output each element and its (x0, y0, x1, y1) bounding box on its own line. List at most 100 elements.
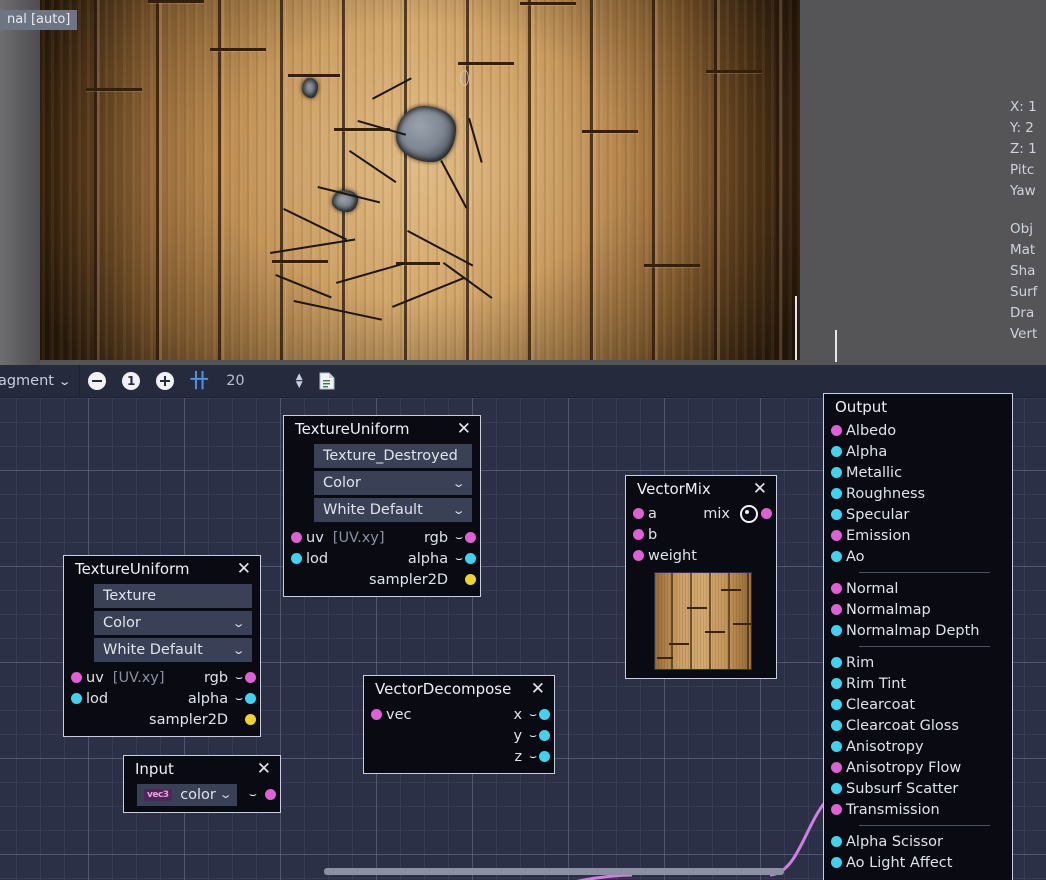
port-dot-rim-tint[interactable] (831, 678, 842, 689)
port-dot-roughness[interactable] (831, 488, 842, 499)
port-row-anisotropy-flow[interactable]: Anisotropy Flow (837, 757, 1002, 778)
port-dot-lod[interactable] (71, 693, 82, 704)
port-row-alpha[interactable]: Alpha (837, 441, 1002, 462)
node-texture-uniform-destroyed[interactable]: TextureUniform ✕ Texture_Destroyed Color… (283, 415, 481, 597)
port-dot-uv[interactable] (71, 672, 82, 683)
port-dot-anisotropy-flow[interactable] (831, 762, 842, 773)
port-dot-vec[interactable] (371, 709, 382, 720)
port-dot-uv[interactable] (291, 532, 302, 543)
port-dot-ao[interactable] (831, 551, 842, 562)
port-dot-alpha[interactable] (831, 446, 842, 457)
port-row-transmission[interactable]: Transmission (837, 799, 1002, 820)
zoom-reset-button[interactable]: 1 (114, 365, 148, 397)
port-row-clearcoat-gloss[interactable]: Clearcoat Gloss (837, 715, 1002, 736)
port-dot-sampler2d[interactable] (465, 574, 476, 585)
port-row-lod-alpha[interactable]: lod alpha ⌣ (77, 688, 250, 709)
port-row-ao[interactable]: Ao (837, 546, 1002, 567)
port-row-normalmap[interactable]: Normalmap (837, 599, 1002, 620)
port-dot-specular[interactable] (831, 509, 842, 520)
port-row-uv-rgb[interactable]: uv [UV.xy] rgb ⌣ (297, 527, 470, 548)
grid-step-input[interactable]: 20 (216, 373, 286, 389)
port-row-sampler2d[interactable]: sampler2D ⌣ (77, 709, 250, 730)
node-title-bar[interactable]: VectorDecompose ✕ (364, 676, 554, 702)
port-dot-rgb[interactable] (465, 532, 476, 543)
port-dot-normalmap-depth[interactable] (831, 625, 842, 636)
port-row-specular[interactable]: Specular (837, 504, 1002, 525)
viewport-scene[interactable] (40, 0, 800, 360)
port-row-clearcoat[interactable]: Clearcoat (837, 694, 1002, 715)
shader-graph-panel[interactable]: ragment ⌄ 1 卄 20 ▲ ▼ (0, 365, 1046, 880)
node-title-bar[interactable]: TextureUniform ✕ (64, 556, 260, 582)
texture-name-field[interactable]: Texture (94, 584, 252, 608)
zoom-out-button[interactable] (80, 365, 114, 397)
node-texture-uniform-plain[interactable]: TextureUniform ✕ Texture Color ⌄ White D… (63, 555, 261, 737)
port-row-y[interactable]: y ⌣ (377, 725, 544, 746)
port-dot-a[interactable] (633, 508, 644, 519)
graph-horizontal-scrollbar[interactable] (0, 862, 1046, 880)
port-row-alpha-scissor[interactable]: Alpha Scissor (837, 831, 1002, 852)
port-dot-albedo[interactable] (831, 425, 842, 436)
node-title-bar[interactable]: Output (824, 394, 1012, 420)
close-icon[interactable]: ✕ (529, 682, 547, 697)
port-row-b[interactable]: b (639, 524, 766, 545)
preview-eye-icon[interactable] (740, 505, 758, 523)
port-row-subsurf-scatter[interactable]: Subsurf Scatter (837, 778, 1002, 799)
port-row-albedo[interactable]: Albedo (837, 420, 1002, 441)
texture-type-dropdown[interactable]: Color ⌄ (94, 611, 252, 635)
shader-mode-dropdown[interactable]: ragment ⌄ (0, 373, 79, 389)
texture-name-field[interactable]: Texture_Destroyed (314, 444, 472, 468)
zoom-in-button[interactable] (148, 365, 182, 397)
port-dot-input-out[interactable] (265, 789, 276, 800)
port-dot-clearcoat[interactable] (831, 699, 842, 710)
snap-to-grid-button[interactable]: 卄 (182, 365, 216, 397)
texture-type-dropdown[interactable]: Color ⌄ (314, 471, 472, 495)
port-dot-transmission[interactable] (831, 804, 842, 815)
port-dot-emission[interactable] (831, 530, 842, 541)
port-row-vec-x[interactable]: vec x ⌣ (377, 704, 544, 725)
port-row-sampler2d[interactable]: sampler2D ⌣ (297, 569, 470, 590)
port-dot-alpha-scissor[interactable] (831, 836, 842, 847)
port-dot-metallic[interactable] (831, 467, 842, 478)
port-dot-y[interactable] (539, 730, 550, 741)
port-row-anisotropy[interactable]: Anisotropy (837, 736, 1002, 757)
port-row-z[interactable]: z ⌣ (377, 746, 544, 767)
grid-step-stepper[interactable]: ▲ ▼ (286, 373, 312, 389)
node-title-bar[interactable]: VectorMix ✕ (626, 476, 776, 502)
node-title-bar[interactable]: TextureUniform ✕ (284, 416, 480, 442)
shader-code-button[interactable] (312, 372, 342, 390)
port-dot-normal[interactable] (831, 583, 842, 594)
port-dot-mix[interactable] (761, 508, 772, 519)
port-dot-x[interactable] (539, 709, 550, 720)
3d-viewport[interactable]: nal [auto] X: 1 Y: 2 Z: 1 Pitc Yaw Obj M… (0, 0, 1046, 365)
scrollbar-thumb[interactable] (324, 868, 784, 875)
port-dot-rim[interactable] (831, 657, 842, 668)
close-icon[interactable]: ✕ (751, 482, 769, 497)
node-output[interactable]: Output Albedo Alpha Metallic Roughness (823, 393, 1013, 880)
stepper-down-icon[interactable]: ▼ (296, 381, 303, 389)
port-row-uv-rgb[interactable]: uv [UV.xy] rgb ⌣ (77, 667, 250, 688)
close-icon[interactable]: ✕ (255, 762, 273, 777)
port-row-rim-tint[interactable]: Rim Tint (837, 673, 1002, 694)
node-vector-decompose[interactable]: VectorDecompose ✕ vec x ⌣ y ⌣ z (363, 675, 555, 774)
port-dot-clearcoat-gloss[interactable] (831, 720, 842, 731)
port-row-input-value[interactable]: vec3 color ⌄ ⌣ (137, 784, 270, 805)
port-dot-lod[interactable] (291, 553, 302, 564)
port-row-metallic[interactable]: Metallic (837, 462, 1002, 483)
node-vector-mix[interactable]: VectorMix ✕ a mix b weight (625, 475, 777, 679)
port-row-roughness[interactable]: Roughness (837, 483, 1002, 504)
texture-default-dropdown[interactable]: White Default ⌄ (314, 498, 472, 522)
port-dot-anisotropy[interactable] (831, 741, 842, 752)
input-type-dropdown[interactable]: vec3 color ⌄ (137, 784, 237, 806)
port-dot-subsurf-scatter[interactable] (831, 783, 842, 794)
port-dot-sampler2d[interactable] (245, 714, 256, 725)
port-dot-normalmap[interactable] (831, 604, 842, 615)
port-row-emission[interactable]: Emission (837, 525, 1002, 546)
port-dot-rgb[interactable] (245, 672, 256, 683)
port-dot-weight[interactable] (633, 550, 644, 561)
port-row-a-mix[interactable]: a mix (639, 503, 766, 524)
close-icon[interactable]: ✕ (455, 422, 473, 437)
port-row-normalmap-depth[interactable]: Normalmap Depth (837, 620, 1002, 641)
texture-default-dropdown[interactable]: White Default ⌄ (94, 638, 252, 662)
port-dot-z[interactable] (539, 751, 550, 762)
node-input[interactable]: Input ✕ vec3 color ⌄ ⌣ (123, 755, 281, 813)
